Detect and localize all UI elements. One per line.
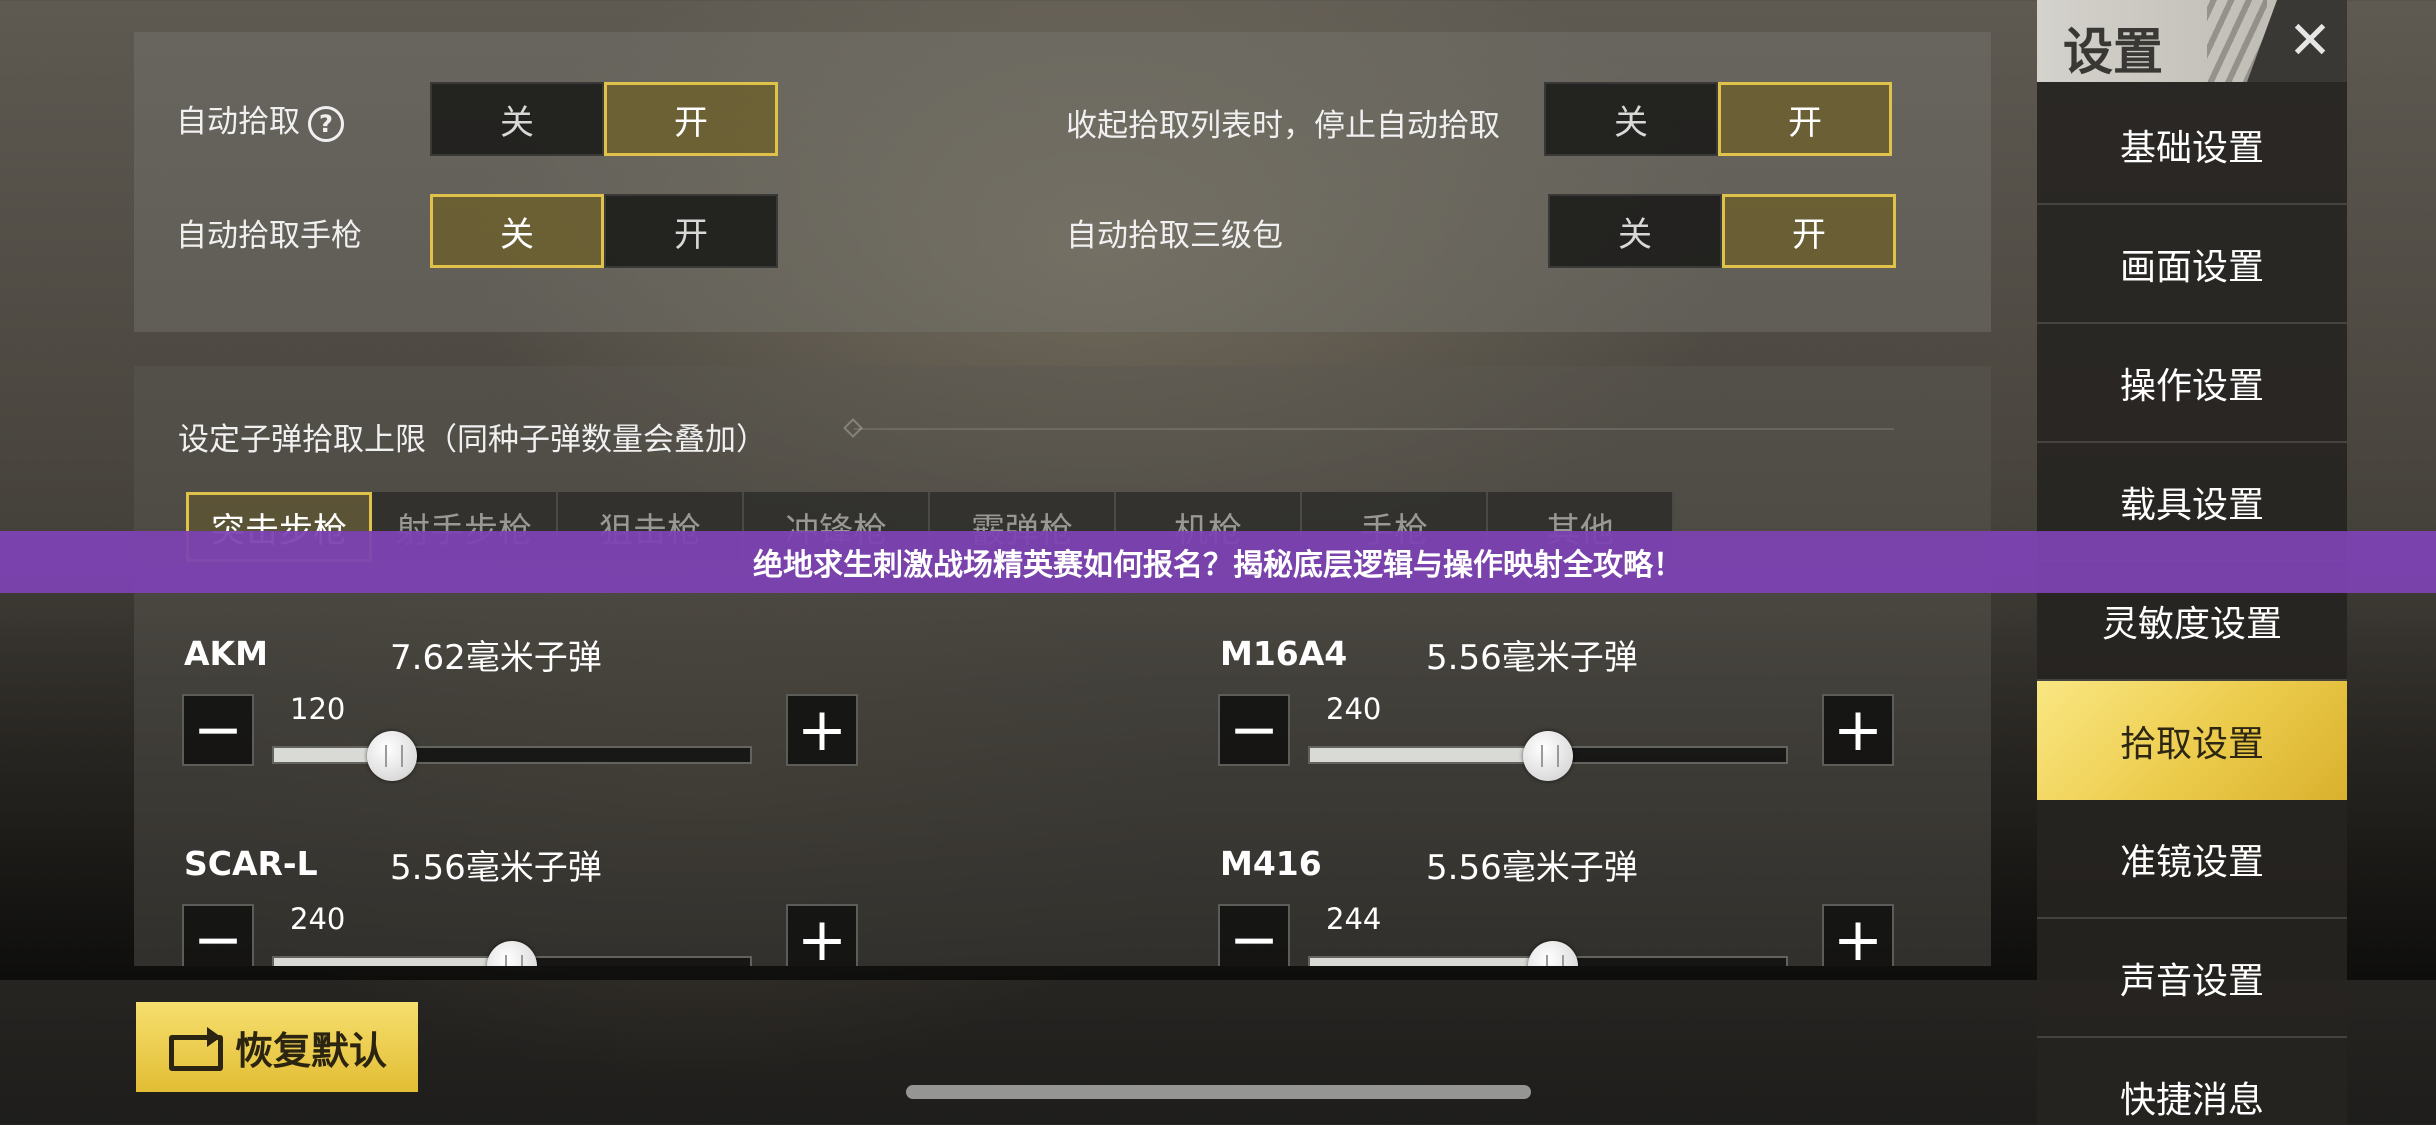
decrease-button[interactable]: − <box>1218 904 1290 966</box>
ammo-limit-value: 244 <box>1326 902 1382 936</box>
weapon-name: M416 <box>1220 844 1322 883</box>
decrease-button[interactable]: − <box>1218 694 1290 766</box>
restore-defaults-label: 恢复默认 <box>234 1028 387 1073</box>
slider-handle[interactable] <box>487 941 537 966</box>
ammo-limit-value: 240 <box>290 902 346 936</box>
sidebar-title: 设置 <box>2063 23 2163 81</box>
weapon-name: M16A4 <box>1220 634 1348 673</box>
stop-on-collapse-off-button[interactable]: 关 <box>1544 82 1718 156</box>
decrease-button[interactable]: − <box>182 904 254 966</box>
increase-button[interactable]: + <box>786 694 858 766</box>
help-icon[interactable]: ? <box>308 105 344 142</box>
ammo-type: 7.62毫米子弹 <box>390 638 602 678</box>
ammo-type: 5.56毫米子弹 <box>1426 638 1638 678</box>
slider-handle[interactable] <box>367 731 417 781</box>
auto-pickup-on-button[interactable]: 开 <box>604 82 778 156</box>
stop-on-collapse-toggle: 关 开 <box>1544 82 1892 156</box>
auto-pickup-label: 自动拾取? <box>176 96 344 142</box>
auto-pickup-lv3-bag-off-button[interactable]: 关 <box>1548 194 1722 268</box>
stop-on-collapse-label: 收起拾取列表时，停止自动拾取 <box>1066 108 1500 144</box>
sidebar-item-audio[interactable]: 声音设置 <box>2037 919 2347 1038</box>
ammo-limit-slider[interactable] <box>272 746 752 764</box>
sidebar-item-graphics[interactable]: 画面设置 <box>2037 205 2347 324</box>
increase-button[interactable]: + <box>786 904 858 966</box>
slider-handle[interactable] <box>1527 941 1578 966</box>
increase-button[interactable]: + <box>1822 694 1894 766</box>
auto-pickup-pistol-on-button[interactable]: 开 <box>604 194 778 268</box>
sidebar-item-controls[interactable]: 操作设置 <box>2037 324 2347 443</box>
sidebar-item-quick-chat[interactable]: 快捷消息 <box>2037 1038 2347 1125</box>
decrease-button[interactable]: − <box>182 694 254 766</box>
stop-on-collapse-on-button[interactable]: 开 <box>1718 82 1892 156</box>
restore-defaults-button[interactable]: 恢复默认 <box>136 1002 418 1092</box>
reset-icon <box>167 1027 223 1071</box>
auto-pickup-pistol-label: 自动拾取手枪 <box>176 218 362 254</box>
sidebar-item-pickup[interactable]: 拾取设置 <box>2037 681 2347 800</box>
slider-handle[interactable] <box>1523 731 1573 781</box>
home-indicator[interactable] <box>906 1085 1531 1099</box>
increase-button[interactable]: + <box>1822 904 1894 966</box>
auto-pickup-lv3-bag-on-button[interactable]: 开 <box>1722 194 1896 268</box>
ammo-type: 5.56毫米子弹 <box>390 848 602 888</box>
ammo-limit-panel: 设定子弹拾取上限（同种子弹数量会叠加） 突击步枪 射手步枪 狙击枪 冲锋枪 霰弹… <box>134 366 1991 966</box>
auto-pickup-off-button[interactable]: 关 <box>430 82 604 156</box>
auto-pickup-lv3-bag-toggle: 关 开 <box>1548 194 1896 268</box>
auto-pickup-pistol-toggle: 关 开 <box>430 194 778 268</box>
sidebar-header: 设置 ✕ <box>2037 0 2347 82</box>
sidebar-item-basic[interactable]: 基础设置 <box>2037 86 2347 205</box>
divider <box>854 428 1894 430</box>
weapon-name: SCAR-L <box>184 844 318 883</box>
ammo-section-title: 设定子弹拾取上限（同种子弹数量会叠加） <box>178 422 767 458</box>
sidebar-item-scope[interactable]: 准镜设置 <box>2037 800 2347 919</box>
pickup-toggles-panel: 自动拾取? 关 开 自动拾取手枪 关 开 收起拾取列表时，停止自动拾取 关 开 … <box>134 32 1991 332</box>
auto-pickup-toggle: 关 开 <box>430 82 778 156</box>
headline-banner: 绝地求生刺激战场精英赛如何报名？揭秘底层逻辑与操作映射全攻略！ <box>0 531 2436 593</box>
ammo-limit-value: 120 <box>290 692 346 726</box>
weapon-name: AKM <box>184 634 268 673</box>
auto-pickup-pistol-off-button[interactable]: 关 <box>430 194 604 268</box>
auto-pickup-lv3-bag-label: 自动拾取三级包 <box>1066 218 1283 254</box>
ammo-limit-value: 240 <box>1326 692 1382 726</box>
ammo-type: 5.56毫米子弹 <box>1426 848 1638 888</box>
